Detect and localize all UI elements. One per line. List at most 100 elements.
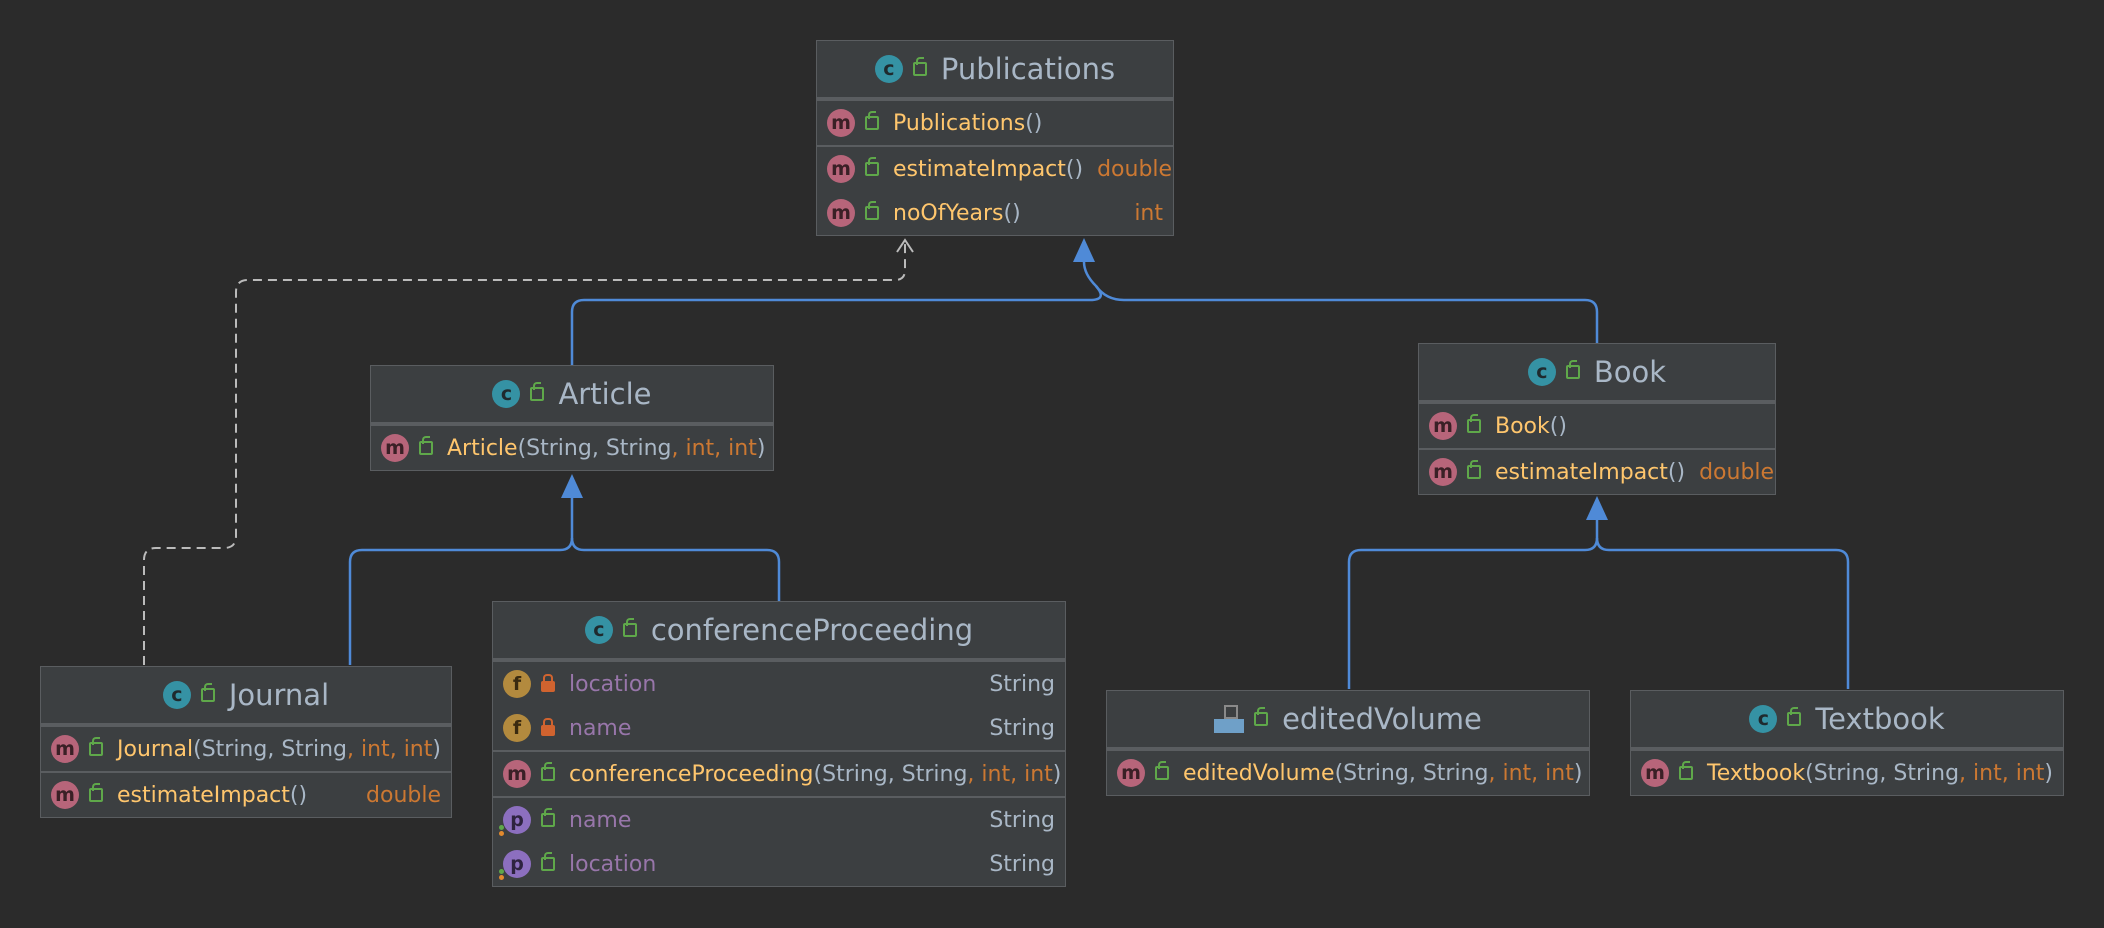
method-icon: m bbox=[827, 109, 855, 137]
public-icon bbox=[1467, 460, 1481, 479]
open-paren: ( bbox=[517, 435, 527, 461]
enum-icon bbox=[1214, 705, 1245, 733]
class-edited-volume[interactable]: editedVolume m editedVolume(String, Stri… bbox=[1106, 690, 1590, 796]
param-type: int bbox=[685, 435, 715, 461]
field-row[interactable]: f name String bbox=[493, 706, 1065, 750]
methods-section: m estimateImpact() double bbox=[41, 771, 451, 817]
param-sep: , bbox=[347, 736, 361, 762]
property-name: location bbox=[569, 851, 657, 877]
class-header: c Article bbox=[371, 366, 773, 424]
param-sep: , bbox=[591, 435, 606, 461]
param-sep: , bbox=[267, 736, 282, 762]
constructor-row[interactable]: m editedVolume(String, String, int, int) bbox=[1107, 751, 1589, 795]
method-row[interactable]: m estimateImpact() double bbox=[1419, 450, 1775, 494]
property-type: String bbox=[989, 851, 1055, 877]
constructor-row[interactable]: m Textbook(String, String, int, int) bbox=[1631, 751, 2063, 795]
constructor-row[interactable]: m conferenceProceeding(String, String, i… bbox=[493, 752, 1065, 796]
constructor-row[interactable]: m Article(String, String, int, int) bbox=[371, 426, 773, 470]
class-name: Article bbox=[558, 377, 652, 411]
return-type: int bbox=[1134, 200, 1163, 226]
method-icon: m bbox=[827, 155, 855, 183]
param-type: int bbox=[403, 736, 433, 762]
public-icon bbox=[89, 737, 103, 756]
param-sep: , bbox=[1488, 760, 1503, 786]
constructors-section: m editedVolume(String, String, int, int) bbox=[1107, 749, 1589, 795]
constructor-row[interactable]: m Book() bbox=[1419, 404, 1775, 448]
constructors-section: m Textbook(String, String, int, int) bbox=[1631, 749, 2063, 795]
method-icon: m bbox=[1117, 759, 1145, 787]
method-row[interactable]: m estimateImpact() double bbox=[41, 773, 451, 817]
class-name: Book bbox=[1593, 355, 1667, 389]
close-paren: ) bbox=[756, 435, 766, 461]
public-icon bbox=[89, 783, 103, 802]
class-journal[interactable]: c Journal m Journal(String, String, int,… bbox=[40, 666, 452, 818]
param-type: String bbox=[1813, 760, 1880, 786]
return-type: double bbox=[1097, 156, 1173, 182]
method-icon: m bbox=[51, 781, 79, 809]
param-type: int bbox=[728, 435, 757, 461]
param-type: String bbox=[1893, 760, 1960, 786]
class-name: Journal bbox=[228, 678, 330, 712]
param-sep: , bbox=[1408, 760, 1423, 786]
param-sep: , bbox=[2001, 760, 2016, 786]
class-header: c conferenceProceeding bbox=[493, 602, 1065, 660]
class-icon: c bbox=[874, 55, 903, 83]
class-header: editedVolume bbox=[1107, 691, 1589, 749]
edge-conference-article bbox=[570, 537, 781, 601]
field-type: String bbox=[989, 715, 1055, 741]
methods-section: m estimateImpact() double bbox=[1419, 448, 1775, 494]
method-name: noOfYears bbox=[893, 200, 1004, 226]
class-name: editedVolume bbox=[1282, 702, 1482, 736]
public-icon bbox=[622, 618, 637, 637]
public-icon bbox=[1787, 707, 1802, 726]
fields-section: f location String f name String bbox=[493, 660, 1065, 750]
param-sep: , bbox=[389, 736, 404, 762]
param-type: String bbox=[201, 736, 268, 762]
param-type: int bbox=[1024, 761, 1053, 787]
method-row[interactable]: m noOfYears() int bbox=[817, 191, 1173, 235]
class-name: conferenceProceeding bbox=[650, 613, 974, 647]
public-icon bbox=[541, 852, 555, 871]
close-paren: ) bbox=[1558, 413, 1567, 439]
public-icon bbox=[530, 382, 545, 401]
param-sep: , bbox=[1959, 760, 1974, 786]
constructors-section: m conferenceProceeding(String, String, i… bbox=[493, 750, 1065, 796]
field-name: location bbox=[569, 671, 657, 697]
constructor-row[interactable]: m Publications() bbox=[817, 101, 1173, 145]
field-icon: f bbox=[503, 670, 531, 698]
edge-article-publications bbox=[570, 252, 1103, 365]
method-name: estimateImpact bbox=[893, 156, 1066, 182]
class-conference-proceeding[interactable]: c conferenceProceeding f location String… bbox=[492, 601, 1066, 887]
property-name: name bbox=[569, 807, 632, 833]
param-type: int bbox=[1502, 760, 1532, 786]
property-row[interactable]: p location String bbox=[493, 842, 1065, 886]
public-icon bbox=[541, 762, 555, 781]
class-book[interactable]: c Book m Book() m estimateImpact() doubl… bbox=[1418, 343, 1776, 495]
methods-section: m estimateImpact() double m noOfYears() … bbox=[817, 145, 1173, 235]
constructor-name: Publications bbox=[893, 110, 1026, 136]
constructor-name: editedVolume bbox=[1183, 760, 1335, 786]
class-article[interactable]: c Article m Article(String, String, int,… bbox=[370, 365, 774, 471]
property-row[interactable]: p name String bbox=[493, 798, 1065, 842]
param-type: String bbox=[1343, 760, 1409, 786]
class-textbook[interactable]: c Textbook m Textbook(String, String, in… bbox=[1630, 690, 2064, 796]
method-icon: m bbox=[51, 735, 79, 763]
method-parens: () bbox=[1667, 459, 1686, 485]
method-row[interactable]: m estimateImpact() double bbox=[817, 147, 1173, 191]
param-sep: , bbox=[1010, 761, 1025, 787]
class-icon: c bbox=[584, 616, 613, 644]
constructors-section: m Journal(String, String, int, int) bbox=[41, 725, 451, 771]
constructor-name: conferenceProceeding bbox=[569, 761, 814, 787]
method-icon: m bbox=[1641, 759, 1669, 787]
param-type: int bbox=[1545, 760, 1574, 786]
constructor-row[interactable]: m Journal(String, String, int, int) bbox=[41, 727, 451, 771]
method-parens: () bbox=[1065, 156, 1084, 182]
edge-book-publications bbox=[1094, 285, 1599, 343]
method-parens: () bbox=[289, 782, 308, 808]
field-row[interactable]: f location String bbox=[493, 662, 1065, 706]
method-icon: m bbox=[503, 760, 531, 788]
class-publications[interactable]: c Publications m Publications() m estima… bbox=[816, 40, 1174, 236]
class-header: c Book bbox=[1419, 344, 1775, 402]
class-icon: c bbox=[162, 681, 191, 709]
param-sep: , bbox=[1531, 760, 1546, 786]
